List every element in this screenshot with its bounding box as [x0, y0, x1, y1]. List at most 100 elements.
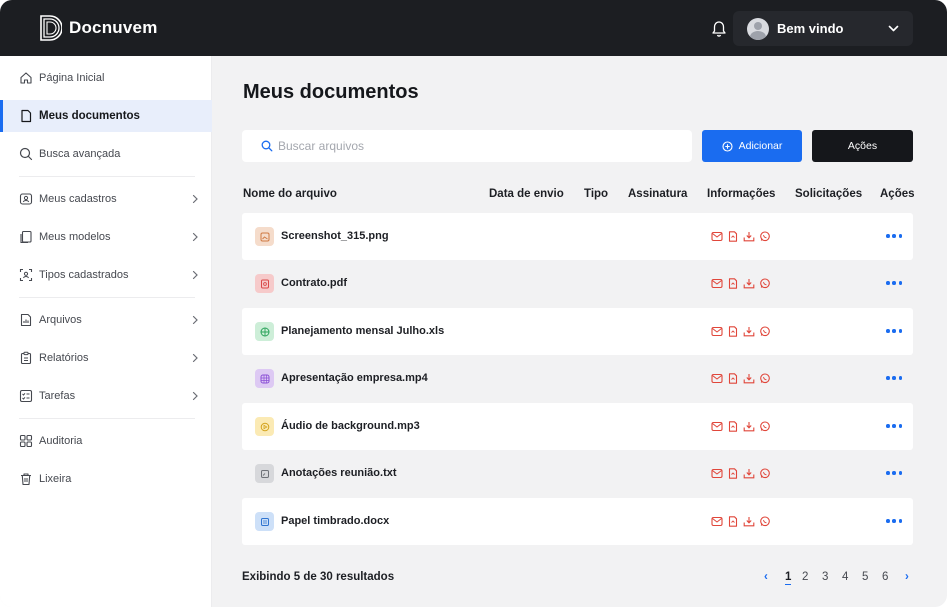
file-name[interactable]: Apresentação empresa.mp4 — [281, 372, 428, 384]
email-icon[interactable] — [711, 516, 723, 527]
column-header-signature[interactable]: Assinatura — [628, 188, 687, 200]
download-icon[interactable] — [743, 326, 755, 337]
chevron-right-icon — [192, 391, 198, 401]
file-name[interactable]: Contrato.pdf — [281, 277, 347, 289]
file-icon[interactable] — [727, 231, 739, 242]
table-row[interactable]: Contrato.pdf — [242, 260, 913, 307]
email-icon[interactable] — [711, 421, 723, 432]
row-actions-menu[interactable] — [886, 419, 902, 433]
file-name[interactable]: Anotações reunião.txt — [281, 467, 397, 479]
pagination-page-4[interactable]: 4 — [842, 571, 848, 583]
column-header-actions[interactable]: Ações — [880, 188, 915, 200]
sidebar-divider — [19, 297, 195, 298]
add-button[interactable]: Adicionar — [702, 130, 802, 162]
table-row[interactable]: Apresentação empresa.mp4 — [242, 355, 913, 402]
app-window: Docnuvem Bem vindo Página Inicial Meus d… — [0, 0, 947, 607]
file-icon[interactable] — [727, 326, 739, 337]
file-icon[interactable] — [727, 421, 739, 432]
file-name[interactable]: Screenshot_315.png — [281, 230, 389, 242]
notification-bell-icon[interactable] — [711, 20, 727, 38]
table-row[interactable]: Áudio de background.mp3 — [242, 403, 913, 450]
spreadsheet-icon — [255, 322, 274, 341]
whatsapp-icon[interactable] — [759, 278, 771, 289]
file-icon[interactable] — [727, 468, 739, 479]
download-icon[interactable] — [743, 278, 755, 289]
sidebar-item-meus-documentos[interactable]: Meus documentos — [0, 100, 212, 132]
user-menu[interactable]: Bem vindo — [733, 11, 913, 46]
download-icon[interactable] — [743, 373, 755, 384]
plus-circle-icon — [722, 140, 733, 152]
file-icon[interactable] — [727, 373, 739, 384]
email-icon[interactable] — [711, 373, 723, 384]
sidebar-divider — [19, 418, 195, 419]
search-input[interactable] — [278, 139, 658, 153]
whatsapp-icon[interactable] — [759, 326, 771, 337]
user-greeting: Bem vindo — [777, 21, 844, 36]
whatsapp-icon[interactable] — [759, 468, 771, 479]
pagination-page-6[interactable]: 6 — [882, 571, 888, 583]
whatsapp-icon[interactable] — [759, 373, 771, 384]
table-row[interactable]: Planejamento mensal Julho.xls — [242, 308, 913, 355]
row-actions-menu[interactable] — [886, 514, 902, 528]
file-name[interactable]: Áudio de background.mp3 — [281, 420, 420, 432]
column-header-date[interactable]: Data de envio — [489, 188, 564, 200]
file-name[interactable]: Planejamento mensal Julho.xls — [281, 325, 444, 337]
row-actions-menu[interactable] — [886, 229, 902, 243]
search-box[interactable] — [242, 130, 692, 162]
pagination-page-2[interactable]: 2 — [802, 571, 808, 583]
image-icon — [255, 227, 274, 246]
pagination-page-1[interactable]: 1 — [785, 571, 792, 585]
column-header-info[interactable]: Informações — [707, 188, 775, 200]
file-icon[interactable] — [727, 278, 739, 289]
column-header-requests[interactable]: Solicitações — [795, 188, 862, 200]
trash-icon — [21, 473, 31, 486]
table-row[interactable]: Papel timbrado.docx — [242, 498, 913, 545]
results-summary: Exibindo 5 de 30 resultados — [242, 571, 395, 583]
sidebar-divider — [19, 176, 195, 177]
pagination-page-3[interactable]: 3 — [822, 571, 828, 583]
search-icon — [19, 147, 33, 161]
info-icons — [711, 468, 771, 479]
info-icons — [711, 278, 771, 289]
email-icon[interactable] — [711, 326, 723, 337]
file-icon[interactable] — [727, 516, 739, 527]
download-icon[interactable] — [743, 421, 755, 432]
column-header-type[interactable]: Tipo — [584, 188, 608, 200]
row-actions-menu[interactable] — [886, 276, 902, 290]
email-icon[interactable] — [711, 468, 723, 479]
sidebar-item-label: Meus cadastros — [39, 193, 117, 205]
sidebar-item-tipos-cadastrados[interactable]: Tipos cadastrados — [0, 259, 212, 291]
table-row[interactable]: Screenshot_315.png — [242, 213, 913, 260]
pagination-prev[interactable]: ‹ — [764, 571, 768, 583]
email-icon[interactable] — [711, 231, 723, 242]
pagination-page-5[interactable]: 5 — [862, 571, 868, 583]
sidebar-item-arquivos[interactable]: Arquivos — [0, 304, 212, 336]
download-icon[interactable] — [743, 231, 755, 242]
row-actions-menu[interactable] — [886, 324, 902, 338]
sidebar-item-pagina-inicial[interactable]: Página Inicial — [0, 62, 212, 94]
sidebar-item-lixeira[interactable]: Lixeira — [0, 463, 212, 495]
whatsapp-icon[interactable] — [759, 516, 771, 527]
file-name[interactable]: Papel timbrado.docx — [281, 515, 389, 527]
download-icon[interactable] — [743, 468, 755, 479]
actions-button[interactable]: Ações — [812, 130, 913, 162]
sidebar-item-busca-avancada[interactable]: Busca avançada — [0, 138, 212, 170]
logo[interactable]: Docnuvem — [40, 14, 158, 42]
table-row[interactable]: Anotações reunião.txt — [242, 450, 913, 497]
grid-icon — [19, 434, 33, 448]
sidebar-item-meus-cadastros[interactable]: Meus cadastros — [0, 183, 212, 215]
download-icon[interactable] — [743, 516, 755, 527]
row-actions-menu[interactable] — [886, 371, 902, 385]
sidebar-item-label: Meus documentos — [39, 110, 140, 122]
row-actions-menu[interactable] — [886, 466, 902, 480]
chevron-right-icon — [192, 270, 198, 280]
pagination-next[interactable]: › — [905, 571, 909, 583]
sidebar-item-auditoria[interactable]: Auditoria — [0, 425, 212, 457]
column-header-name[interactable]: Nome do arquivo — [243, 188, 337, 200]
sidebar-item-tarefas[interactable]: Tarefas — [0, 380, 212, 412]
email-icon[interactable] — [711, 278, 723, 289]
whatsapp-icon[interactable] — [759, 421, 771, 432]
sidebar-item-meus-modelos[interactable]: Meus modelos — [0, 221, 212, 253]
sidebar-item-relatorios[interactable]: Relatórios — [0, 342, 212, 374]
whatsapp-icon[interactable] — [759, 231, 771, 242]
